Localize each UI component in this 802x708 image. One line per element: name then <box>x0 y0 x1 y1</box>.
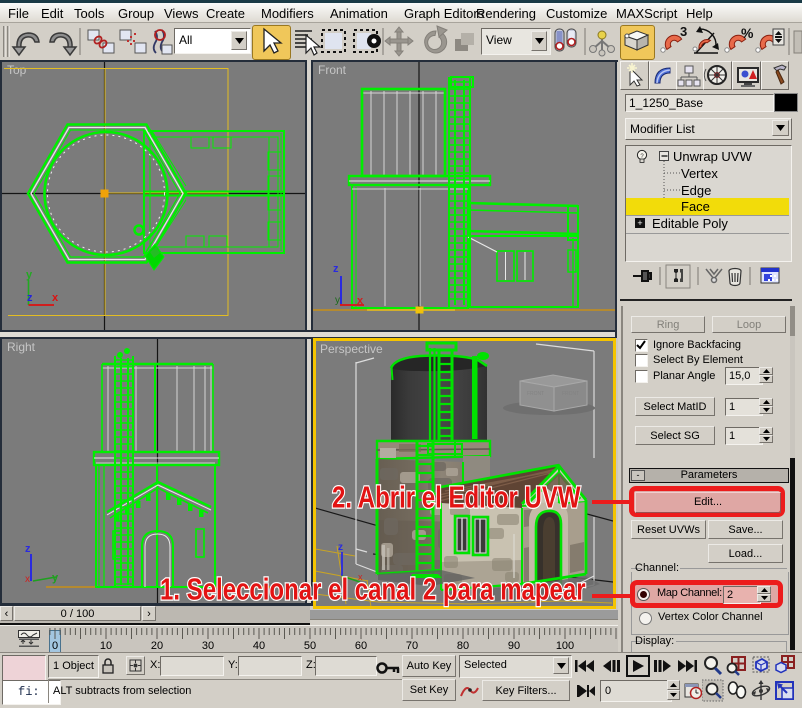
svg-text:80: 80 <box>457 640 469 652</box>
svg-text:100: 100 <box>556 640 574 652</box>
svg-text:y: y <box>335 295 340 306</box>
svg-text:3: 3 <box>680 24 687 39</box>
svg-text:FRONT: FRONT <box>527 391 544 397</box>
svg-text:20: 20 <box>151 640 163 652</box>
svg-text:x: x <box>52 292 59 304</box>
svg-text:10: 10 <box>100 640 112 652</box>
svg-text:z: z <box>27 292 33 304</box>
svg-text:30: 30 <box>202 640 214 652</box>
svg-text:z: z <box>333 263 339 275</box>
svg-text:x: x <box>25 574 30 585</box>
svg-text:50: 50 <box>304 640 316 652</box>
svg-text:FRONT: FRONT <box>562 391 579 397</box>
svg-text:90: 90 <box>508 640 520 652</box>
svg-text:z: z <box>338 542 343 553</box>
svg-text:%: % <box>741 25 754 41</box>
svg-text:z: z <box>25 543 31 555</box>
svg-text:70: 70 <box>406 640 418 652</box>
svg-text:0: 0 <box>52 640 58 652</box>
svg-text:60: 60 <box>355 640 367 652</box>
svg-text:40: 40 <box>253 640 265 652</box>
svg-text:y: y <box>26 269 33 281</box>
